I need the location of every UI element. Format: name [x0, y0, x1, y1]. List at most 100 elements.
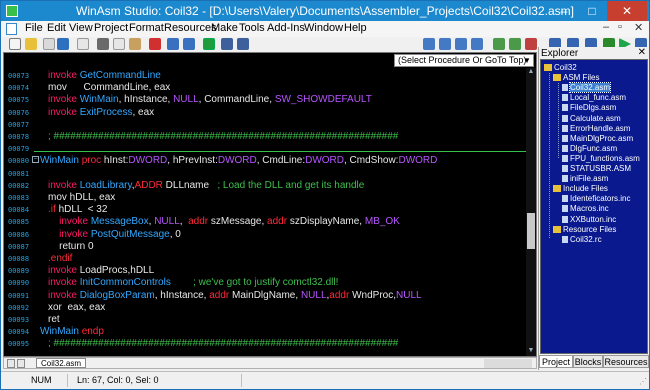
menu-format[interactable]: Format	[129, 22, 164, 34]
editor-horizontal-scrollbar[interactable]	[484, 359, 532, 368]
code-line[interactable]: invoke LoadProcs,hDLL	[40, 265, 524, 276]
code-line[interactable]: invoke InitCommonControls ; we've got to…	[40, 277, 524, 288]
tree-file[interactable]: FPU_functions.asm	[562, 154, 640, 163]
outdent-icon[interactable]	[439, 38, 451, 50]
save-all-icon[interactable]	[57, 38, 69, 50]
code-line[interactable]: return 0	[40, 241, 524, 252]
find-icon[interactable]	[221, 38, 233, 50]
resize-grip-icon[interactable]: ⋰	[639, 377, 647, 386]
code-line[interactable]: ; ######################################…	[40, 338, 524, 349]
code-line[interactable]: mov CommandLine, eax	[40, 82, 524, 93]
code-line[interactable]: invoke DialogBoxParam, hInstance, addr M…	[40, 290, 524, 301]
copy-icon[interactable]	[113, 38, 125, 50]
document-icon[interactable]	[6, 23, 17, 35]
tree-folder[interactable]: Coil32	[544, 63, 577, 72]
code-line[interactable]: xor eax, eax	[40, 302, 524, 313]
procedure-dropdown[interactable]: (Select Procedure Or GoTo Top) ▼	[394, 54, 534, 67]
line-number: 00086	[8, 230, 30, 239]
tree-file[interactable]: Calculate.asm	[562, 114, 621, 123]
tree-file[interactable]: iniFile.asm	[562, 174, 608, 183]
tree-file[interactable]: FileDlgs.asm	[562, 103, 616, 112]
tab-resources[interactable]: Resources	[603, 355, 649, 368]
tree-folder[interactable]: Include Files	[553, 184, 608, 193]
code-token: addr	[329, 289, 353, 301]
indent-icon[interactable]	[423, 38, 435, 50]
code-token: NULL	[300, 289, 327, 301]
tab-scroll-right-icon[interactable]	[17, 359, 25, 368]
tab-project[interactable]: Project	[539, 355, 573, 368]
replace-icon[interactable]	[237, 38, 249, 50]
open-folder-icon[interactable]	[25, 38, 37, 50]
redo-icon[interactable]	[183, 38, 195, 50]
tree-folder[interactable]: Resource Files	[553, 225, 616, 234]
line-number: 00073	[8, 72, 30, 80]
project-tree[interactable]: Coil32 ASM Files Coil32.asm Local_func.asm F…	[540, 59, 648, 354]
menu-tools[interactable]: Tools	[239, 22, 265, 34]
code-line[interactable]: invoke PostQuitMessage, 0	[40, 229, 524, 240]
editor-vertical-scrollbar[interactable]: ▲ ▼	[526, 68, 536, 356]
file-icon	[562, 114, 568, 122]
menu-resources[interactable]: Resources	[164, 22, 217, 34]
code-line[interactable]: invoke ExitProcess, eax	[40, 107, 524, 118]
minimize-button[interactable]: –	[551, 1, 577, 21]
undo-icon[interactable]	[167, 38, 179, 50]
code-editor[interactable]: (Select Procedure Or GoTo Top) ▼ − ▲ ▼ 0…	[3, 52, 537, 357]
maximize-button[interactable]: □	[579, 1, 605, 21]
scroll-up-icon[interactable]: ▲	[526, 68, 536, 77]
comment-block-icon[interactable]	[455, 38, 467, 50]
mdi-close-button[interactable]: ✕	[634, 21, 643, 34]
tree-file[interactable]: Coil32.rc	[562, 235, 602, 244]
code-line[interactable]: .endif	[40, 253, 524, 264]
fold-toggle-icon[interactable]: −	[32, 156, 39, 163]
code-line[interactable]: ; ######################################…	[40, 131, 524, 142]
code-line[interactable]: invoke WinMain, hInstance, NULL, Command…	[40, 94, 524, 105]
code-line[interactable]: .if hDLL < 32	[40, 204, 524, 215]
tree-file[interactable]: Local_func.asm	[562, 93, 626, 102]
mdi-restore-button[interactable]: ▫	[618, 21, 622, 33]
menu-add-ins[interactable]: Add-Ins	[267, 22, 305, 34]
tab-coil32-asm[interactable]: Coil32.asm	[36, 358, 87, 368]
toggle-view-icon[interactable]	[203, 38, 215, 50]
bookmark-icon[interactable]	[493, 38, 505, 50]
scroll-down-icon[interactable]: ▼	[526, 347, 536, 356]
cut-icon[interactable]	[97, 38, 109, 50]
code-token: , hPrevInst:	[167, 155, 218, 167]
close-file-icon[interactable]	[77, 38, 89, 50]
code-line[interactable]: invoke MessageBox, NULL, addr szMessage,…	[40, 216, 524, 227]
tree-file[interactable]: Coil32.asm	[562, 82, 612, 94]
tab-scroll-left-icon[interactable]	[7, 359, 15, 368]
tree-file[interactable]: ErrorHandle.asm	[562, 124, 630, 133]
tree-file[interactable]: XXButton.inc	[562, 215, 616, 224]
menu-help[interactable]: Help	[344, 22, 367, 34]
menu-make[interactable]: Make	[211, 22, 238, 34]
menu-edit[interactable]: Edit	[47, 22, 66, 34]
menu-window[interactable]: Window	[304, 22, 343, 34]
code-line[interactable]: WinMain proc hInst:DWORD, hPrevInst:DWOR…	[40, 155, 524, 166]
uncomment-block-icon[interactable]	[471, 38, 483, 50]
menu-project[interactable]: Project	[94, 22, 128, 34]
tree-file[interactable]: MainDlgProc.asm	[562, 134, 633, 143]
menu-view[interactable]: View	[69, 22, 93, 34]
code-line[interactable]: ret	[40, 314, 524, 325]
save-icon[interactable]	[43, 38, 55, 50]
tree-file[interactable]: STATUSBR.ASM	[562, 164, 631, 173]
scrollbar-thumb[interactable]	[527, 213, 535, 249]
tree-file[interactable]: DlgFunc.asm	[562, 144, 617, 153]
explorer-close-icon[interactable]: ✕	[638, 47, 646, 58]
tree-folder[interactable]: ASM Files	[553, 73, 599, 82]
code-line[interactable]: mov hDLL, eax	[40, 192, 524, 203]
new-file-icon[interactable]	[9, 38, 21, 50]
clear-bookmarks-icon[interactable]	[525, 38, 537, 50]
close-button[interactable]: ✕	[607, 1, 647, 21]
code-line[interactable]: WinMain endp	[40, 326, 524, 337]
next-bookmark-icon[interactable]	[509, 38, 521, 50]
code-line[interactable]: invoke GetCommandLine	[40, 70, 524, 81]
menu-file[interactable]: File	[25, 22, 43, 34]
tree-file[interactable]: Identeficators.inc	[562, 194, 630, 203]
code-line[interactable]: invoke LoadLibrary,ADDR DLLname ; Load t…	[40, 180, 524, 191]
delete-icon[interactable]	[149, 38, 161, 50]
paste-icon[interactable]	[129, 38, 141, 50]
mdi-minimize-button[interactable]: –	[603, 21, 609, 33]
tree-file[interactable]: Macros.inc	[562, 204, 609, 213]
tab-blocks[interactable]: Blocks	[573, 355, 603, 368]
